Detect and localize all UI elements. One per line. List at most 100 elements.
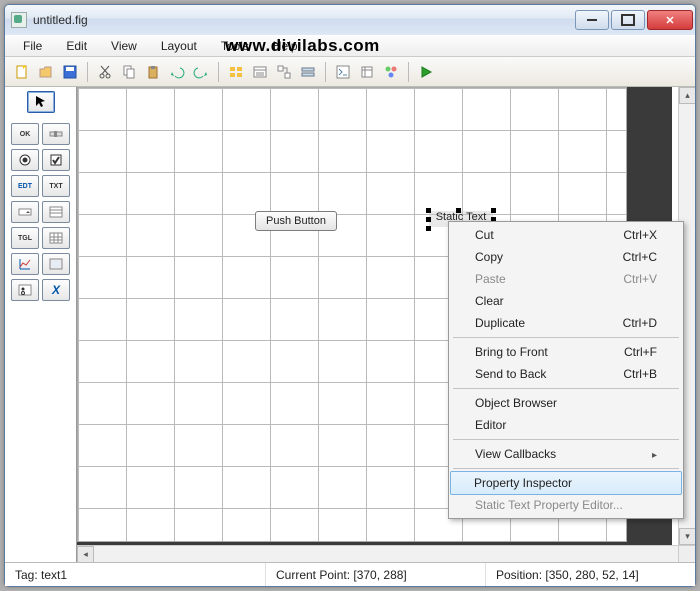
palette-buttongroup[interactable] bbox=[11, 279, 39, 301]
ctx-clear-label: Clear bbox=[475, 294, 504, 308]
ctx-editor-label: Editor bbox=[475, 418, 506, 432]
palette-edittext[interactable]: EDT bbox=[11, 175, 39, 197]
toolbar-separator bbox=[218, 62, 219, 82]
status-bar: Tag: text1 Current Point: [370, 288] Pos… bbox=[5, 562, 695, 586]
scroll-left-icon[interactable]: ◂ bbox=[77, 546, 94, 562]
open-icon[interactable] bbox=[35, 61, 57, 83]
menu-editor-icon[interactable] bbox=[249, 61, 271, 83]
context-menu: Cut Ctrl+X Copy Ctrl+C Paste Ctrl+V Clea… bbox=[448, 221, 684, 519]
ctx-object-browser[interactable]: Object Browser bbox=[451, 392, 681, 414]
minimize-button[interactable] bbox=[575, 10, 609, 30]
palette-panel[interactable] bbox=[42, 253, 70, 275]
selection-handle[interactable] bbox=[426, 226, 431, 231]
ctx-paste-accel: Ctrl+V bbox=[623, 272, 657, 286]
scroll-down-icon[interactable]: ▾ bbox=[679, 528, 695, 545]
new-icon[interactable] bbox=[11, 61, 33, 83]
ctx-view-callbacks[interactable]: View Callbacks bbox=[451, 443, 681, 465]
menu-layout[interactable]: Layout bbox=[151, 37, 207, 55]
ctx-separator bbox=[453, 468, 679, 469]
ctx-editor[interactable]: Editor bbox=[451, 414, 681, 436]
ctx-bring-front-label: Bring to Front bbox=[475, 345, 548, 359]
palette-toggle[interactable]: TGL bbox=[11, 227, 39, 249]
submenu-arrow-icon bbox=[652, 447, 657, 461]
ctx-separator bbox=[453, 337, 679, 338]
menu-file[interactable]: File bbox=[13, 37, 52, 55]
maximize-button[interactable] bbox=[611, 10, 645, 30]
ctx-property-inspector-label: Property Inspector bbox=[474, 476, 572, 490]
ctx-send-back-label: Send to Back bbox=[475, 367, 546, 381]
ctx-copy-label: Copy bbox=[475, 250, 503, 264]
palette-table[interactable] bbox=[42, 227, 70, 249]
window-title: untitled.fig bbox=[33, 13, 573, 27]
palette-statictext[interactable]: TXT bbox=[42, 175, 70, 197]
ctx-copy[interactable]: Copy Ctrl+C bbox=[451, 246, 681, 268]
undo-icon[interactable] bbox=[166, 61, 188, 83]
ctx-clear[interactable]: Clear bbox=[451, 290, 681, 312]
component-palette: OK EDT TXT TGL bbox=[5, 87, 77, 562]
status-current-point: Current Point: [370, 288] bbox=[265, 563, 485, 586]
palette-activex[interactable]: X bbox=[42, 279, 70, 301]
ctx-separator bbox=[453, 439, 679, 440]
toolbar-separator bbox=[325, 62, 326, 82]
horizontal-scrollbar[interactable]: ◂ ▸ bbox=[77, 545, 678, 562]
palette-select-tool[interactable] bbox=[27, 91, 55, 113]
ctx-static-text-editor: Static Text Property Editor... bbox=[451, 494, 681, 516]
ctx-cut-label: Cut bbox=[475, 228, 494, 242]
toolbar-separator bbox=[87, 62, 88, 82]
ctx-bring-to-front[interactable]: Bring to Front Ctrl+F bbox=[451, 341, 681, 363]
guide-window: untitled.fig File Edit View Layout Tools… bbox=[4, 4, 696, 587]
ctx-property-inspector[interactable]: Property Inspector bbox=[450, 471, 682, 495]
palette-popup[interactable] bbox=[11, 201, 39, 223]
window-controls bbox=[573, 10, 693, 30]
ctx-bring-front-accel: Ctrl+F bbox=[624, 345, 657, 359]
ctx-cut-accel: Ctrl+X bbox=[623, 228, 657, 242]
app-icon bbox=[11, 12, 27, 28]
palette-listbox[interactable] bbox=[42, 201, 70, 223]
scroll-up-icon[interactable]: ▴ bbox=[679, 87, 695, 104]
object-browser-icon[interactable] bbox=[380, 61, 402, 83]
paste-icon[interactable] bbox=[142, 61, 164, 83]
status-position: Position: [350, 280, 52, 14] bbox=[485, 563, 685, 586]
ctx-send-to-back[interactable]: Send to Back Ctrl+B bbox=[451, 363, 681, 385]
ctx-paste-label: Paste bbox=[475, 272, 506, 286]
palette-checkbox[interactable] bbox=[42, 149, 70, 171]
selection-handle[interactable] bbox=[491, 208, 496, 213]
canvas-pushbutton[interactable]: Push Button bbox=[255, 211, 337, 231]
selection-handle[interactable] bbox=[456, 208, 461, 213]
save-icon[interactable] bbox=[59, 61, 81, 83]
run-icon[interactable] bbox=[415, 61, 437, 83]
selection-handle[interactable] bbox=[426, 217, 431, 222]
toolbar-separator bbox=[408, 62, 409, 82]
ctx-duplicate[interactable]: Duplicate Ctrl+D bbox=[451, 312, 681, 334]
palette-radio[interactable] bbox=[11, 149, 39, 171]
ctx-object-browser-label: Object Browser bbox=[475, 396, 557, 410]
tab-order-icon[interactable] bbox=[273, 61, 295, 83]
workspace: OK EDT TXT TGL bbox=[5, 87, 695, 562]
palette-slider[interactable] bbox=[42, 123, 70, 145]
cut-icon[interactable] bbox=[94, 61, 116, 83]
ctx-send-back-accel: Ctrl+B bbox=[623, 367, 657, 381]
palette-pushbutton[interactable]: OK bbox=[11, 123, 39, 145]
ctx-static-text-editor-label: Static Text Property Editor... bbox=[475, 498, 623, 512]
menu-bar: File Edit View Layout Tools Help www.div… bbox=[5, 35, 695, 57]
editor-icon[interactable] bbox=[332, 61, 354, 83]
status-tag: Tag: text1 bbox=[15, 563, 265, 586]
ctx-view-callbacks-label: View Callbacks bbox=[475, 447, 556, 461]
watermark-text: www.divilabs.com bbox=[225, 36, 380, 56]
menu-view[interactable]: View bbox=[101, 37, 147, 55]
scroll-corner bbox=[678, 545, 695, 562]
copy-icon[interactable] bbox=[118, 61, 140, 83]
ctx-cut[interactable]: Cut Ctrl+X bbox=[451, 224, 681, 246]
selection-handle[interactable] bbox=[426, 208, 431, 213]
ctx-duplicate-accel: Ctrl+D bbox=[623, 316, 657, 330]
ctx-duplicate-label: Duplicate bbox=[475, 316, 525, 330]
menu-edit[interactable]: Edit bbox=[56, 37, 97, 55]
redo-icon[interactable] bbox=[190, 61, 212, 83]
align-icon[interactable] bbox=[225, 61, 247, 83]
main-toolbar bbox=[5, 57, 695, 87]
toolbar-editor-icon[interactable] bbox=[297, 61, 319, 83]
close-button[interactable] bbox=[647, 10, 693, 30]
properties-icon[interactable] bbox=[356, 61, 378, 83]
palette-axes[interactable] bbox=[11, 253, 39, 275]
ctx-copy-accel: Ctrl+C bbox=[623, 250, 657, 264]
